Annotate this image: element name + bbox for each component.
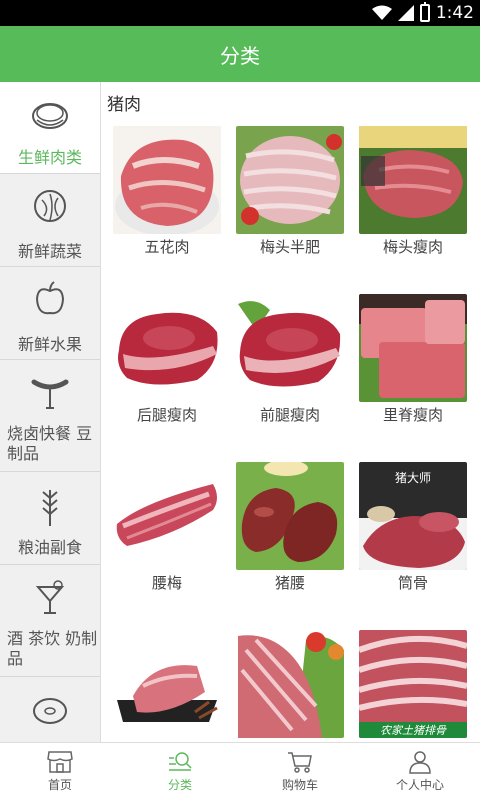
search-list-icon — [169, 752, 192, 771]
product-item[interactable]: 猪腰 — [236, 462, 346, 593]
product-name: 里脊瘦肉 — [382, 406, 443, 424]
tab-category[interactable]: 分类 — [120, 743, 240, 800]
product-item[interactable]: 五花肉 — [113, 126, 223, 257]
sidebar-item-label: 酒 茶饮 奶制品 — [7, 629, 98, 668]
sidebar-item-label: 新鲜水果 — [17, 335, 82, 354]
tab-cart[interactable]: 购物车 — [240, 743, 360, 800]
sidebar-item-deli-tofu[interactable]: 烧卤快餐 豆制品 — [0, 360, 100, 472]
product-image — [236, 462, 344, 570]
signal-icon — [397, 5, 414, 21]
wifi-icon — [371, 5, 392, 20]
tab-home[interactable]: 首页 — [0, 743, 120, 800]
product-image — [236, 126, 344, 234]
sidebar-item-label: 粮油副食 — [17, 538, 82, 557]
product-item[interactable] — [236, 630, 346, 740]
page-header: 分类 — [0, 26, 480, 82]
product-image — [359, 294, 467, 402]
clock: 1:42 — [435, 3, 474, 23]
product-image-text: 猪大师 — [395, 471, 431, 485]
product-name: 后腿瘦肉 — [136, 406, 197, 424]
product-image — [113, 126, 221, 234]
product-item[interactable]: 前腿瘦肉 — [236, 294, 346, 425]
sidebar-item-grain-oil[interactable]: 粮油副食 — [0, 472, 100, 565]
cocktail-icon — [35, 580, 65, 614]
product-image — [113, 294, 221, 402]
section-title: 猪肉 — [107, 95, 141, 115]
sausage-icon — [31, 379, 69, 409]
sidebar-item-fresh-meat[interactable]: 生鲜肉类 — [0, 82, 100, 174]
sidebar-item-drinks-dairy[interactable]: 酒 茶饮 奶制品 — [0, 565, 100, 677]
wheat-icon — [42, 490, 58, 526]
steak-icon — [32, 103, 68, 129]
product-image: 农家土猪排骨 — [359, 630, 467, 738]
user-icon — [409, 751, 431, 774]
battery-icon — [419, 2, 430, 22]
product-name: 梅头瘦肉 — [382, 238, 443, 256]
sidebar-item-vegetables[interactable]: 新鲜蔬菜 — [0, 174, 100, 267]
product-image — [359, 126, 467, 234]
product-item[interactable]: 梅头半肥 — [236, 126, 346, 257]
product-image — [236, 294, 344, 402]
apple-icon — [35, 281, 65, 315]
sidebar-item-fruit[interactable]: 新鲜水果 — [0, 267, 100, 360]
product-item[interactable] — [113, 630, 223, 740]
product-item[interactable]: 里脊瘦肉 — [359, 294, 469, 425]
donut-icon — [33, 698, 67, 724]
product-panel: 猪肉 五花肉 梅头半肥 梅头瘦肉 后腿瘦肉 前腿瘦肉 里脊瘦肉 腰梅 猪腰 猪大… — [101, 82, 480, 742]
product-image-text: 农家土猪排骨 — [380, 724, 447, 737]
bottom-tab-bar: 首页 分类 购物车 个人中心 — [0, 742, 480, 800]
tab-label: 购物车 — [281, 778, 318, 792]
product-image — [236, 630, 344, 738]
category-sidebar: 生鲜肉类 新鲜蔬菜 新鲜水果 烧卤快餐 豆制品 粮油副食 酒 茶饮 奶制品 — [0, 82, 101, 742]
product-name: 筒骨 — [397, 574, 428, 592]
product-image — [113, 462, 221, 570]
sidebar-item-label: 生鲜肉类 — [17, 148, 82, 167]
product-name: 腰梅 — [151, 574, 182, 592]
product-name: 猪腰 — [274, 574, 305, 592]
sidebar-item-label: 烧卤快餐 豆制品 — [7, 424, 93, 463]
product-item[interactable]: 腰梅 — [113, 462, 223, 593]
store-icon — [47, 751, 73, 773]
tab-label: 分类 — [167, 778, 192, 792]
page-title: 分类 — [220, 43, 260, 68]
product-name: 五花肉 — [144, 238, 190, 256]
sidebar-item-label: 新鲜蔬菜 — [17, 242, 82, 261]
product-item[interactable]: 后腿瘦肉 — [113, 294, 223, 425]
product-item[interactable]: 农家土猪排骨 — [359, 630, 469, 740]
sidebar-item-snacks[interactable] — [0, 677, 100, 742]
product-item[interactable]: 猪大师 筒骨 — [359, 462, 469, 593]
tab-label: 个人中心 — [395, 778, 444, 792]
cabbage-icon — [34, 190, 66, 222]
cart-icon — [288, 752, 312, 773]
product-name: 梅头半肥 — [259, 238, 320, 256]
tab-profile[interactable]: 个人中心 — [360, 743, 480, 800]
product-name: 前腿瘦肉 — [259, 406, 320, 424]
product-item[interactable]: 梅头瘦肉 — [359, 126, 469, 257]
tab-label: 首页 — [47, 778, 72, 792]
status-bar: 1:42 — [0, 0, 480, 26]
product-image — [113, 630, 221, 738]
product-image: 猪大师 — [359, 462, 467, 570]
